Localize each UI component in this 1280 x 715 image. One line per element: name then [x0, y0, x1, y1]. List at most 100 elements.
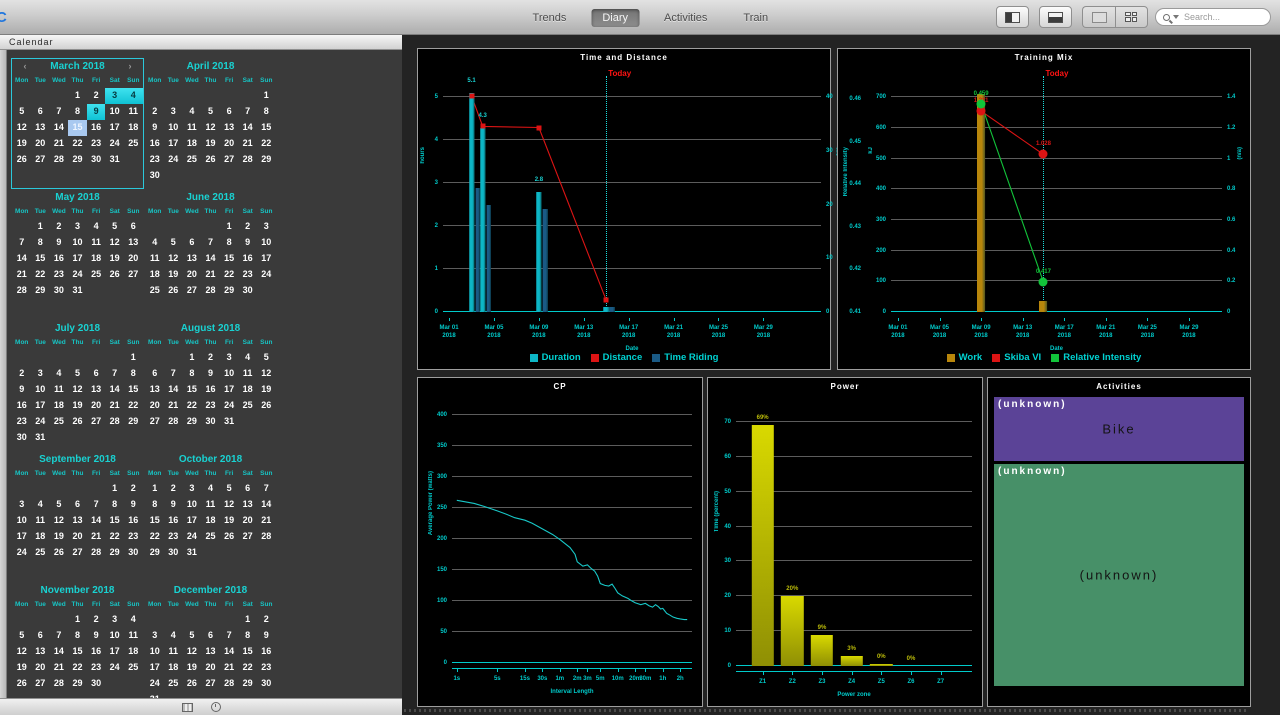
- calendar-day[interactable]: 17: [183, 513, 202, 529]
- calendar-day[interactable]: 25: [50, 414, 69, 430]
- calendar-day[interactable]: 6: [220, 104, 239, 120]
- calendar-day[interactable]: 26: [257, 398, 276, 414]
- calendar-day[interactable]: 17: [257, 251, 276, 267]
- calendar-day[interactable]: 23: [164, 529, 183, 545]
- calendar-day[interactable]: 21: [257, 513, 276, 529]
- calendar-day[interactable]: 16: [124, 513, 143, 529]
- calendar-day[interactable]: 16: [238, 251, 257, 267]
- calendar-day[interactable]: 22: [183, 398, 202, 414]
- calendar-day[interactable]: 29: [257, 152, 276, 168]
- calendar-day[interactable]: 3: [105, 88, 124, 104]
- calendar-day[interactable]: 27: [238, 529, 257, 545]
- calendar-day[interactable]: 30: [124, 545, 143, 561]
- calendar-day[interactable]: 16: [145, 136, 164, 152]
- sidebar-scrollbar[interactable]: [0, 50, 7, 698]
- calendar-day[interactable]: 20: [68, 529, 87, 545]
- calendar-day[interactable]: 25: [183, 152, 202, 168]
- calendar-day[interactable]: 14: [164, 382, 183, 398]
- search-dropdown-arrow-icon[interactable]: [1173, 15, 1179, 19]
- calendar-day[interactable]: 25: [31, 545, 50, 561]
- calendar-day[interactable]: 2: [164, 481, 183, 497]
- calendar-day[interactable]: 17: [12, 529, 31, 545]
- calendar-day[interactable]: 16: [12, 398, 31, 414]
- calendar-day[interactable]: 31: [183, 545, 202, 561]
- calendar-day[interactable]: 16: [201, 382, 220, 398]
- calendar-day[interactable]: 5: [183, 628, 202, 644]
- calendar-day[interactable]: 3: [31, 366, 50, 382]
- calendar-day[interactable]: 10: [105, 104, 124, 120]
- calendar-day[interactable]: 2: [50, 219, 69, 235]
- calendar-day[interactable]: 27: [68, 545, 87, 561]
- calendar-day[interactable]: 23: [145, 152, 164, 168]
- calendar-day[interactable]: 28: [50, 676, 69, 692]
- calendar-day[interactable]: 19: [201, 136, 220, 152]
- calendar-day[interactable]: 7: [238, 104, 257, 120]
- calendar-day[interactable]: 6: [31, 104, 50, 120]
- calendar-day[interactable]: 12: [12, 644, 31, 660]
- calendar-day[interactable]: 13: [87, 382, 106, 398]
- calendar-day[interactable]: 24: [145, 676, 164, 692]
- calendar-day[interactable]: 25: [201, 529, 220, 545]
- calendar-day[interactable]: 8: [220, 235, 239, 251]
- calendar-day[interactable]: 25: [124, 660, 143, 676]
- calendar-day[interactable]: 17: [68, 251, 87, 267]
- calendar-day[interactable]: 23: [87, 660, 106, 676]
- calendar-day[interactable]: 3: [220, 350, 239, 366]
- calendar-day[interactable]: 27: [124, 267, 143, 283]
- calendar-day[interactable]: 14: [50, 120, 69, 136]
- calendar-day[interactable]: 8: [105, 497, 124, 513]
- calendar-day[interactable]: 1: [220, 219, 239, 235]
- calendar-day[interactable]: 30: [257, 676, 276, 692]
- calendar-day[interactable]: 1: [105, 481, 124, 497]
- calendar-day[interactable]: 27: [183, 283, 202, 299]
- calendar-day[interactable]: 15: [124, 382, 143, 398]
- calendar-day[interactable]: 17: [105, 644, 124, 660]
- treemap-block[interactable]: (unknown)Bike: [994, 397, 1244, 461]
- calendar-day[interactable]: 15: [68, 120, 87, 136]
- calendar-day[interactable]: 20: [124, 251, 143, 267]
- calendar-day[interactable]: 24: [12, 545, 31, 561]
- calendar-day[interactable]: 29: [31, 283, 50, 299]
- calendar-day[interactable]: 1: [124, 350, 143, 366]
- calendar-day[interactable]: 11: [164, 644, 183, 660]
- calendar-day[interactable]: 8: [238, 628, 257, 644]
- calendar-day[interactable]: 23: [238, 267, 257, 283]
- calendar-day[interactable]: 3: [12, 497, 31, 513]
- calendar-day[interactable]: 20: [31, 136, 50, 152]
- calendar-day[interactable]: 28: [50, 152, 69, 168]
- calendar-day[interactable]: 3: [68, 219, 87, 235]
- calendar-day[interactable]: 28: [238, 152, 257, 168]
- calendar-day[interactable]: 28: [12, 283, 31, 299]
- calendar-day[interactable]: 2: [12, 366, 31, 382]
- calendar-day[interactable]: 18: [238, 382, 257, 398]
- calendar-day[interactable]: 31: [105, 152, 124, 168]
- calendar-day[interactable]: 18: [124, 644, 143, 660]
- calendar-day[interactable]: 17: [145, 660, 164, 676]
- calendar-day[interactable]: 12: [164, 251, 183, 267]
- calendar-day[interactable]: 12: [105, 235, 124, 251]
- calendar-day[interactable]: 4: [238, 350, 257, 366]
- calendar-day[interactable]: 17: [31, 398, 50, 414]
- tab-trends[interactable]: Trends: [522, 9, 578, 27]
- calendar-day[interactable]: 23: [124, 529, 143, 545]
- calendar-day[interactable]: 19: [164, 267, 183, 283]
- calendar-day[interactable]: 6: [201, 628, 220, 644]
- calendar-day[interactable]: 11: [201, 497, 220, 513]
- calendar-day[interactable]: 26: [68, 414, 87, 430]
- calendar-day[interactable]: 14: [220, 644, 239, 660]
- calendar-day[interactable]: 26: [164, 283, 183, 299]
- calendar-day[interactable]: 10: [31, 382, 50, 398]
- calendar-day[interactable]: 20: [31, 660, 50, 676]
- calendar-day[interactable]: 8: [31, 235, 50, 251]
- calendar-day[interactable]: 22: [124, 398, 143, 414]
- calendar-day[interactable]: 1: [183, 350, 202, 366]
- calendar-day[interactable]: 19: [12, 660, 31, 676]
- calendar-day[interactable]: 8: [145, 497, 164, 513]
- calendar-day[interactable]: 26: [12, 676, 31, 692]
- calendar-day[interactable]: 15: [238, 644, 257, 660]
- calendar-day[interactable]: 18: [87, 251, 106, 267]
- calendar-view-icon[interactable]: [182, 703, 193, 712]
- calendar-day[interactable]: 28: [220, 676, 239, 692]
- calendar-day[interactable]: 28: [87, 545, 106, 561]
- calendar-day[interactable]: 11: [31, 513, 50, 529]
